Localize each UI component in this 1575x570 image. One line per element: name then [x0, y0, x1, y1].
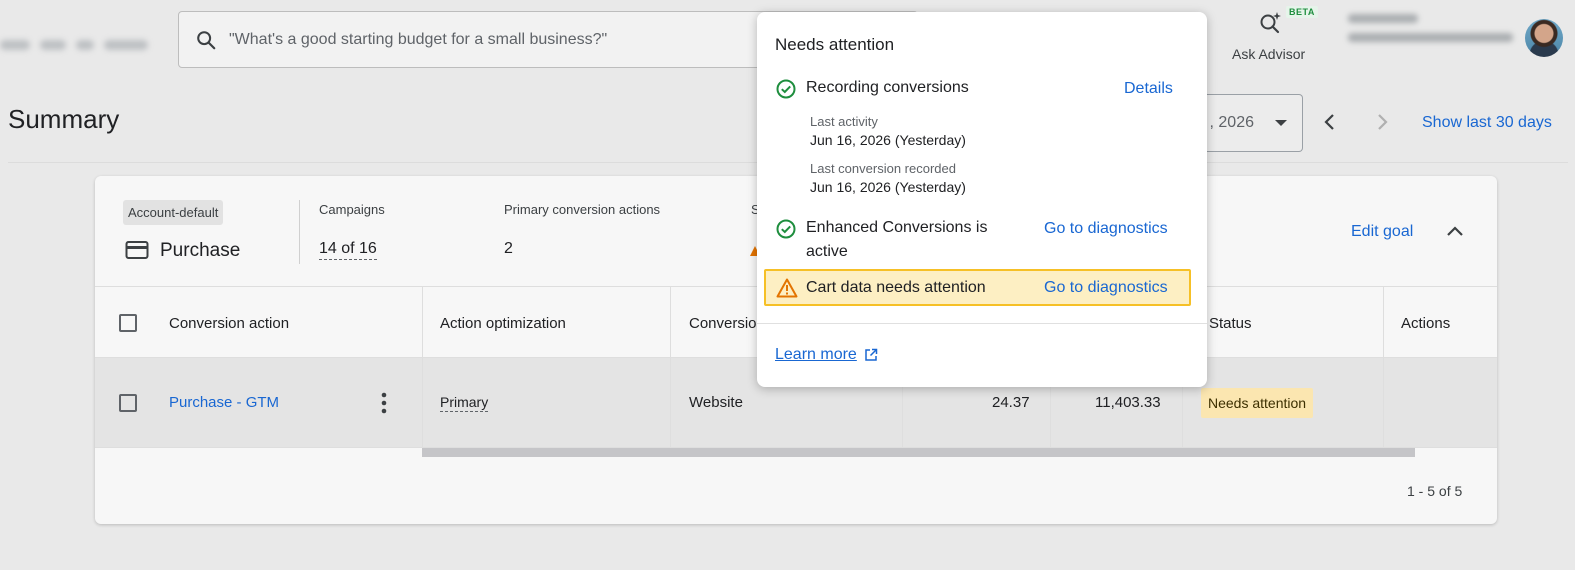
metric-value-b: 11,403.33 [1095, 394, 1161, 411]
column-divider [1383, 286, 1384, 448]
check-circle-icon [776, 79, 796, 99]
last-activity-value: Jun 16, 2026 (Yesterday) [810, 132, 966, 148]
chevron-up-icon[interactable] [1443, 220, 1467, 244]
edit-goal-button[interactable]: Edit goal [1351, 223, 1413, 241]
conversion-source-value: Website [689, 394, 743, 411]
popover-divider [757, 323, 1207, 324]
details-link[interactable]: Details [1124, 80, 1173, 98]
horizontal-scrollbar[interactable] [422, 448, 1415, 457]
primary-actions-value: 2 [504, 240, 513, 257]
beta-badge: BETA [1286, 6, 1318, 18]
go-to-diagnostics-link[interactable]: Go to diagnostics [1044, 220, 1168, 238]
search-placeholder: "What's a good starting budget for a sma… [229, 30, 608, 48]
date-range-text: , 2026 [1209, 114, 1254, 131]
ask-advisor-button[interactable]: BETA Ask Advisor [1228, 6, 1318, 66]
select-all-checkbox[interactable] [119, 314, 137, 332]
metric-value-a: 24.37 [992, 394, 1030, 411]
pagination-text: 1 - 5 of 5 [1407, 483, 1463, 499]
chevron-right-icon[interactable] [1370, 110, 1394, 134]
learn-more-link[interactable]: Learn more [775, 346, 857, 364]
goal-name: Purchase [160, 240, 241, 261]
dropdown-arrow-icon [1274, 119, 1288, 127]
last-conversion-label: Last conversion recorded [810, 161, 956, 176]
account-info-blurred[interactable] [1348, 14, 1518, 54]
action-optimization-value[interactable]: Primary [440, 394, 489, 412]
needs-attention-popover: Needs attention Recording conversions De… [757, 12, 1207, 387]
campaigns-label: Campaigns [319, 202, 385, 217]
cart-data-title: Cart data needs attention [806, 279, 986, 296]
show-last-30-days-link[interactable]: Show last 30 days [1422, 114, 1552, 132]
popover-title: Needs attention [775, 35, 895, 54]
more-vert-icon[interactable] [381, 392, 387, 414]
last-activity-label: Last activity [810, 114, 878, 129]
last-conversion-value: Jun 16, 2026 (Yesterday) [810, 179, 966, 195]
header-conversion-source[interactable]: Conversio [689, 315, 757, 332]
campaigns-value[interactable]: 14 of 16 [319, 240, 377, 260]
chevron-left-icon[interactable] [1318, 110, 1342, 134]
avatar[interactable] [1525, 19, 1563, 57]
row-checkbox[interactable] [119, 394, 137, 412]
external-link-icon[interactable] [864, 348, 878, 362]
header-status[interactable]: Status [1209, 315, 1252, 332]
warning-icon [776, 278, 798, 298]
header-actions: Actions [1401, 315, 1451, 332]
blurred-breadcrumb [0, 34, 150, 56]
column-divider [670, 286, 671, 448]
account-default-tag: Account-default [123, 200, 224, 225]
check-circle-icon [776, 219, 796, 239]
primary-actions-label: Primary conversion actions [504, 202, 661, 217]
recording-conversions-title: Recording conversions [806, 79, 969, 96]
go-to-diagnostics-link[interactable]: Go to diagnostics [1044, 279, 1168, 297]
status-badge[interactable]: Needs attention [1201, 388, 1314, 418]
vertical-divider [299, 200, 300, 264]
enhanced-conversions-title: Enhanced Conversions is active [806, 219, 988, 260]
search-icon [195, 29, 217, 51]
column-divider [422, 286, 423, 448]
cart-data-warning-row: Cart data needs attention Go to diagnost… [764, 269, 1191, 306]
header-conversion-action[interactable]: Conversion action [169, 315, 289, 332]
conversion-action-link[interactable]: Purchase - GTM [169, 394, 279, 411]
header-action-optimization[interactable]: Action optimization [440, 315, 566, 332]
page-title: Summary [8, 104, 120, 134]
ask-advisor-icon [1258, 10, 1284, 41]
ask-advisor-label: Ask Advisor [1232, 46, 1306, 62]
credit-card-icon [125, 240, 149, 260]
